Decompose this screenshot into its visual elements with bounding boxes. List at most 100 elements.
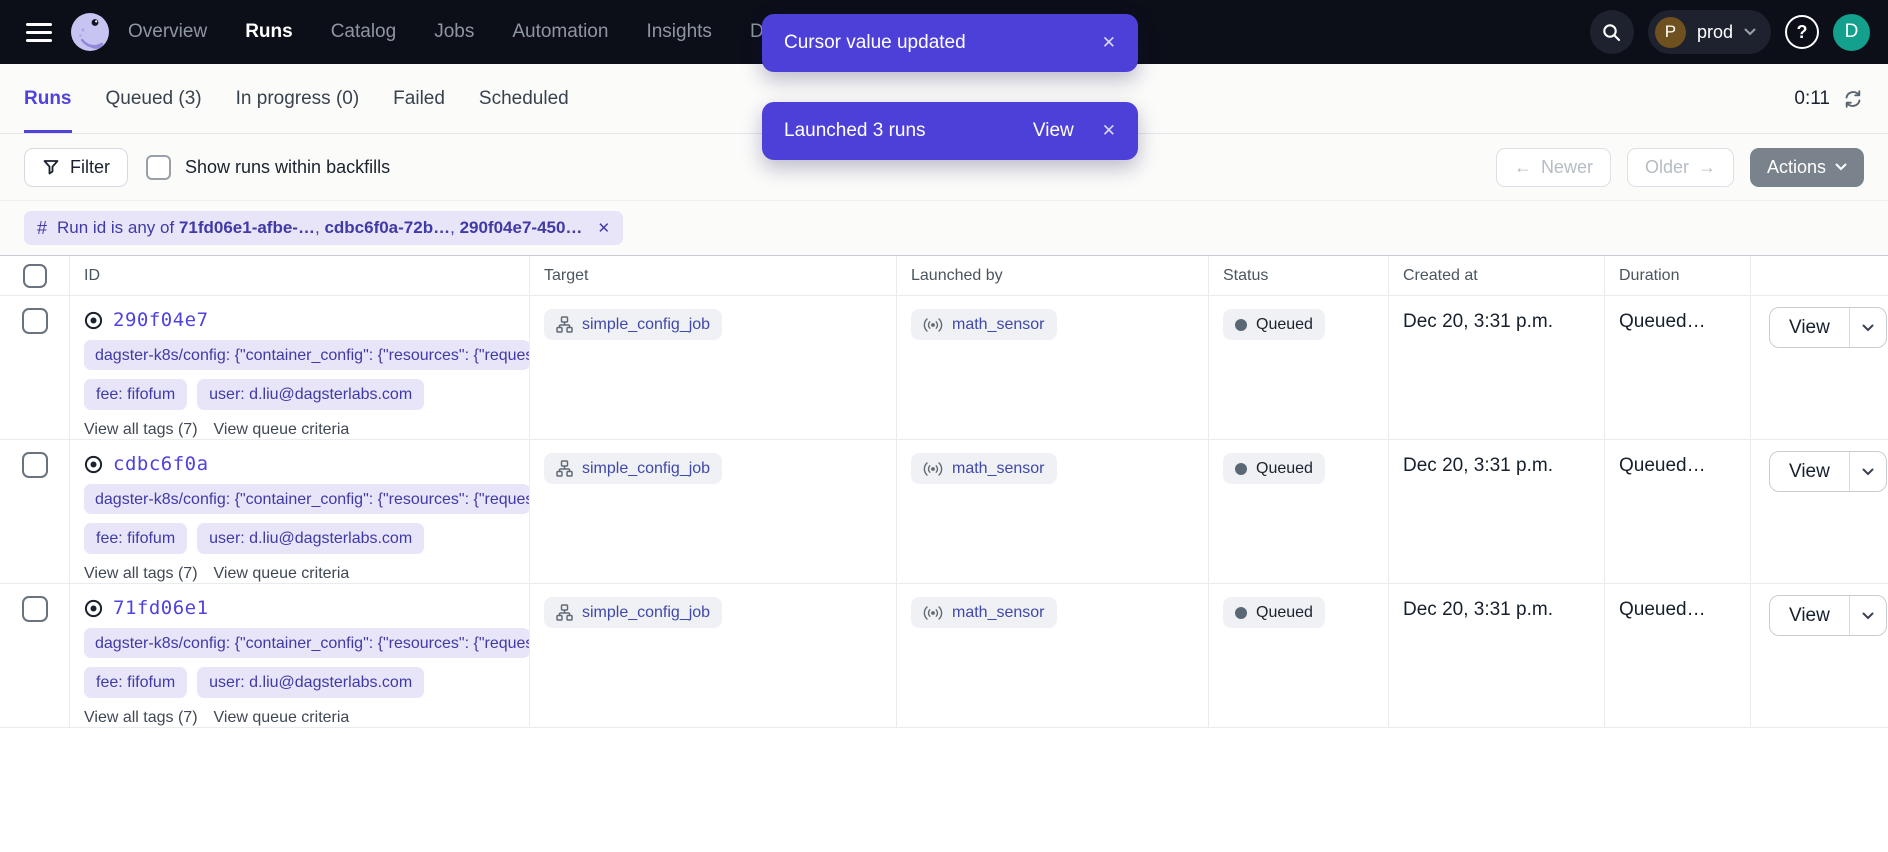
job-pill[interactable]: simple_config_job: [544, 453, 722, 484]
tag-fee[interactable]: fee: fifofum: [84, 379, 187, 410]
job-name: simple_config_job: [582, 460, 710, 478]
run-queued-status-icon: [84, 599, 103, 618]
show-backfills-checkbox[interactable]: [146, 155, 171, 180]
queued-status-dot-icon: [1235, 607, 1247, 619]
tab-failed[interactable]: Failed: [393, 64, 445, 133]
target-cell: simple_config_job: [529, 584, 896, 727]
toast-view-link[interactable]: View: [1033, 120, 1074, 142]
question-mark-icon: ?: [1797, 22, 1808, 43]
close-icon[interactable]: ✕: [597, 219, 610, 237]
nav-item-jobs[interactable]: Jobs: [434, 21, 474, 43]
tab-runs[interactable]: Runs: [24, 64, 72, 133]
hamburger-icon: [26, 23, 52, 26]
close-icon[interactable]: ✕: [1102, 121, 1116, 141]
sensor-name: math_sensor: [952, 460, 1045, 478]
help-button[interactable]: ?: [1785, 15, 1819, 49]
workspace-switcher[interactable]: P prod: [1648, 10, 1771, 54]
status-label: Queued: [1256, 604, 1313, 622]
sensor-pill[interactable]: math_sensor: [911, 597, 1057, 628]
sensor-pill[interactable]: math_sensor: [911, 453, 1057, 484]
status-cell: Queued: [1208, 296, 1388, 439]
refresh-icon: [1842, 88, 1864, 110]
tab-scheduled[interactable]: Scheduled: [479, 64, 569, 133]
view-split-button: View: [1769, 595, 1887, 636]
view-menu-button[interactable]: [1849, 452, 1886, 491]
refresh-button[interactable]: [1842, 88, 1864, 110]
column-header-launched-by: Launched by: [896, 256, 1208, 295]
nav-item-catalog[interactable]: Catalog: [331, 21, 397, 43]
job-icon: [556, 316, 573, 333]
view-queue-criteria-link[interactable]: View queue criteria: [214, 421, 350, 439]
older-button[interactable]: Older →: [1627, 148, 1734, 187]
actions-button[interactable]: Actions: [1750, 148, 1864, 187]
run-id-cell: cdbc6f0a dagster-k8s/config: {"container…: [69, 440, 529, 583]
nav-item-insights[interactable]: Insights: [646, 21, 711, 43]
run-id-filter-chip[interactable]: # Run id is any of 71fd06e1-afbe-…, cdbc…: [24, 211, 623, 245]
tag-dagster-k8s-config[interactable]: dagster-k8s/config: {"container_config":…: [84, 340, 529, 370]
job-name: simple_config_job: [582, 604, 710, 622]
view-menu-button[interactable]: [1849, 308, 1886, 347]
tab-in-progress[interactable]: In progress (0): [236, 64, 360, 133]
workspace-name: prod: [1697, 22, 1733, 43]
column-header-created-at: Created at: [1388, 256, 1604, 295]
hash-icon: #: [37, 218, 47, 239]
row-checkbox[interactable]: [22, 596, 48, 622]
run-id-link[interactable]: cdbc6f0a: [113, 453, 209, 475]
run-id-link[interactable]: 290f04e7: [113, 309, 209, 331]
job-pill[interactable]: simple_config_job: [544, 309, 722, 340]
older-button-label: Older: [1645, 157, 1689, 178]
nav-item-automation[interactable]: Automation: [512, 21, 608, 43]
select-all-checkbox[interactable]: [23, 264, 47, 288]
tag-user[interactable]: user: d.liu@dagsterlabs.com: [197, 667, 424, 698]
view-all-tags-link[interactable]: View all tags (7): [84, 421, 198, 439]
nav-item-overview[interactable]: Overview: [128, 21, 207, 43]
tab-queued[interactable]: Queued (3): [106, 64, 202, 133]
column-header-status: Status: [1208, 256, 1388, 295]
row-checkbox[interactable]: [22, 308, 48, 334]
tag-dagster-k8s-config[interactable]: dagster-k8s/config: {"container_config":…: [84, 628, 529, 658]
close-icon[interactable]: ✕: [1102, 33, 1116, 53]
job-pill[interactable]: simple_config_job: [544, 597, 722, 628]
filter-chip-text: Run id is any of 71fd06e1-afbe-…, cdbc6f…: [57, 218, 582, 238]
run-id-line: cdbc6f0a: [84, 453, 529, 475]
tag-links-line: View all tags (7) View queue criteria: [84, 565, 529, 583]
chevron-down-icon: [1744, 28, 1756, 36]
view-queue-criteria-link[interactable]: View queue criteria: [214, 709, 350, 727]
nav-item-runs[interactable]: Runs: [245, 21, 293, 43]
tag-line: fee: fifofum user: d.liu@dagsterlabs.com: [84, 523, 529, 554]
run-id-link[interactable]: 71fd06e1: [113, 597, 209, 619]
tag-user[interactable]: user: d.liu@dagsterlabs.com: [197, 379, 424, 410]
newer-button[interactable]: ← Newer: [1496, 148, 1611, 187]
view-menu-button[interactable]: [1849, 596, 1886, 635]
view-button[interactable]: View: [1770, 308, 1849, 347]
tag-dagster-k8s-config[interactable]: dagster-k8s/config: {"container_config":…: [84, 484, 529, 514]
run-queued-status-icon: [84, 311, 103, 330]
user-avatar[interactable]: D: [1833, 14, 1870, 51]
tag-fee[interactable]: fee: fifofum: [84, 523, 187, 554]
menu-button[interactable]: [18, 11, 60, 53]
target-cell: simple_config_job: [529, 296, 896, 439]
sensor-icon: [923, 605, 943, 621]
created-at-cell: Dec 20, 3:31 p.m.: [1388, 584, 1604, 727]
status-cell: Queued: [1208, 440, 1388, 583]
hamburger-icon: [26, 39, 52, 42]
tag-fee[interactable]: fee: fifofum: [84, 667, 187, 698]
run-queued-status-icon: [84, 455, 103, 474]
view-queue-criteria-link[interactable]: View queue criteria: [214, 565, 350, 583]
created-at-cell: Dec 20, 3:31 p.m.: [1388, 440, 1604, 583]
tag-user[interactable]: user: d.liu@dagsterlabs.com: [197, 523, 424, 554]
runs-table: ID Target Launched by Status Created at …: [0, 255, 1888, 728]
view-button[interactable]: View: [1770, 452, 1849, 491]
row-checkbox[interactable]: [22, 452, 48, 478]
view-all-tags-link[interactable]: View all tags (7): [84, 565, 198, 583]
filter-button-label: Filter: [70, 157, 110, 178]
view-all-tags-link[interactable]: View all tags (7): [84, 709, 198, 727]
sensor-pill[interactable]: math_sensor: [911, 309, 1057, 340]
search-button[interactable]: [1590, 10, 1634, 54]
top-nav-right: P prod ? D: [1590, 10, 1870, 54]
filter-button[interactable]: Filter: [24, 148, 128, 187]
view-button[interactable]: View: [1770, 596, 1849, 635]
runs-page: Overview Runs Catalog Jobs Automation In…: [0, 0, 1888, 852]
status-label: Queued: [1256, 316, 1313, 334]
duration-cell: Queued…: [1604, 584, 1750, 727]
